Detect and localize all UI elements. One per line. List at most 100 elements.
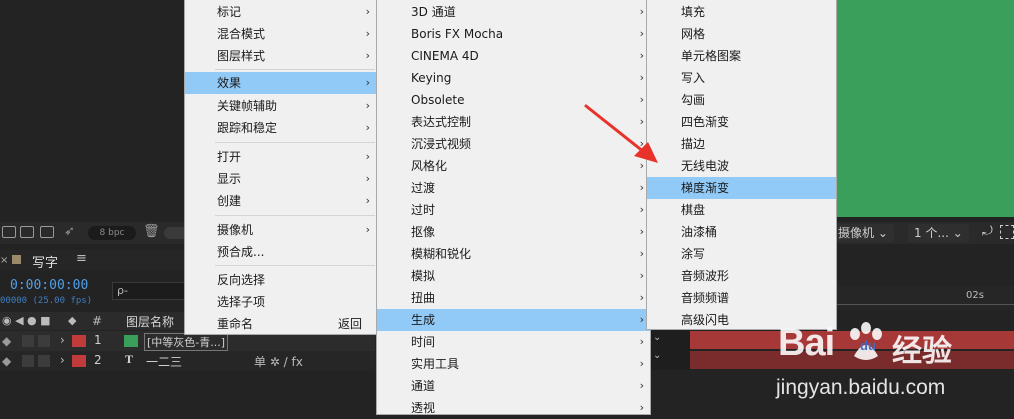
menu-item-effects[interactable]: 效果 › (185, 72, 376, 94)
menu-item-keying[interactable]: Keying › (377, 67, 650, 89)
close-icon[interactable]: × (0, 255, 8, 266)
solo-checkbox[interactable] (22, 335, 34, 347)
layer-name[interactable]: [中等灰色-青...] (144, 333, 229, 351)
tab-menu-icon[interactable]: ≡ (76, 251, 87, 266)
menu-item-simulation[interactable]: 模拟 › (377, 265, 650, 287)
submenu-arrow-icon: › (365, 76, 370, 89)
composition-preview (836, 0, 1014, 217)
layer-context-menu: 标记 › 混合模式 › 图层样式 › 效果 › 关键帧辅助 › 跟踪和稳定 › 打开 › 显示… (184, 0, 377, 335)
menu-item-cinema-4d[interactable]: CINEMA 4D › (377, 45, 650, 67)
menu-item-select-children[interactable]: 选择子项 (185, 291, 376, 313)
menu-item-3d-channel[interactable]: 3D 通道 › (377, 1, 650, 23)
menu-item-fill[interactable]: 填充 (647, 1, 836, 23)
fast-preview-icon[interactable] (1000, 225, 1014, 239)
menu-item-keying-cn[interactable]: 抠像 › (377, 221, 650, 243)
menu-item-transition[interactable]: 过渡 › (377, 177, 650, 199)
submenu-arrow-icon: › (639, 49, 644, 62)
layer-switches[interactable]: 单 ✲ / fx (254, 353, 303, 370)
menu-item-track-stabilize[interactable]: 跟踪和稳定 › (185, 117, 376, 139)
menu-item-stroke[interactable]: 描边 (647, 133, 836, 155)
submenu-arrow-icon: › (365, 49, 370, 62)
menu-item-open[interactable]: 打开 › (185, 146, 376, 168)
time-ruler[interactable]: 02s (836, 286, 1014, 310)
menu-item-generate[interactable]: 生成 › (377, 309, 650, 331)
menu-item-label: 单元格图案 (681, 49, 742, 63)
menu-item-paint-bucket[interactable]: 油漆桶 (647, 221, 836, 243)
visibility-icon[interactable]: ◆ (2, 334, 11, 348)
menu-item-audio-spectrum[interactable]: 音频频谱 (647, 287, 836, 309)
expand-chevron-icon[interactable]: › (60, 353, 65, 367)
menu-item-keyframe-assistant[interactable]: 关键帧辅助 › (185, 95, 376, 117)
expand-chevron-icon[interactable]: › (60, 333, 65, 347)
menu-item-rename[interactable]: 重命名 返回 (185, 313, 376, 335)
menu-item-label: 生成 (411, 313, 436, 327)
current-timecode[interactable]: 0:00:00:00 (10, 278, 88, 293)
menu-item-create[interactable]: 创建 › (185, 190, 376, 212)
menu-item-audio-waveform[interactable]: 音频波形 (647, 265, 836, 287)
menu-item-outdated[interactable]: 过时 › (377, 199, 650, 221)
menu-item-label: 反向选择 (217, 273, 266, 287)
bpc-button[interactable]: 8 bpc (88, 226, 136, 240)
region-icon[interactable] (2, 226, 16, 238)
menu-item-layer-styles[interactable]: 图层样式 › (185, 45, 376, 67)
submenu-arrow-icon: › (639, 5, 644, 18)
folder-icon[interactable] (20, 226, 34, 238)
menu-item-distort[interactable]: 扭曲 › (377, 287, 650, 309)
timeline-tab-label[interactable]: 写字 (32, 252, 58, 271)
menu-item-utility[interactable]: 实用工具 › (377, 353, 650, 375)
label-tag-icon: ◆ (68, 314, 77, 327)
search-icon: ρ- (117, 284, 128, 297)
menu-item-vegas[interactable]: 勾画 (647, 89, 836, 111)
menu-item-label: 过渡 (411, 181, 436, 195)
menu-item-markers[interactable]: 标记 › (185, 1, 376, 23)
menu-item-checkerboard[interactable]: 棋盘 (647, 199, 836, 221)
submenu-arrow-icon: › (639, 27, 644, 40)
camera-dropdown[interactable]: 摄像机 ⌄ (832, 224, 894, 242)
menu-item-label: 描边 (681, 137, 706, 151)
menu-item-label: 透视 (411, 401, 436, 415)
menu-item-scribble[interactable]: 涂写 (647, 243, 836, 265)
layer-search-input[interactable]: ρ- (112, 282, 186, 300)
chevron-down-icon[interactable]: ⌄ (653, 332, 661, 343)
watermark-paw-text: du (860, 338, 876, 353)
submenu-arrow-icon: › (365, 194, 370, 207)
menu-item-time[interactable]: 时间 › (377, 331, 650, 353)
reset-view-icon[interactable]: ⤾ (982, 224, 993, 239)
submenu-arrow-icon: › (639, 203, 644, 216)
layer-name[interactable]: 一二三 (146, 353, 182, 370)
layer-label-swatch[interactable] (72, 355, 86, 367)
menu-item-cell-pattern[interactable]: 单元格图案 (647, 45, 836, 67)
column-layer-name[interactable]: 图层名称 (126, 313, 174, 330)
menu-item-blur-sharpen[interactable]: 模糊和锐化 › (377, 243, 650, 265)
menu-item-4-color-gradient[interactable]: 四色渐变 (647, 111, 836, 133)
menu-item-blend-mode[interactable]: 混合模式 › (185, 23, 376, 45)
menu-item-label: 模糊和锐化 (411, 247, 472, 261)
layer-row[interactable]: ◆ › 2 T 一二三 单 ✲ / fx (0, 351, 375, 371)
solo-checkbox[interactable] (22, 355, 34, 367)
menu-item-invert-selection[interactable]: 反向选择 (185, 269, 376, 291)
menu-item-radio-waves[interactable]: 无线电波 (647, 155, 836, 177)
snapshot-icon[interactable] (40, 226, 54, 238)
menu-item-grid[interactable]: 网格 (647, 23, 836, 45)
menu-item-channel[interactable]: 通道 › (377, 375, 650, 397)
menu-item-gradient-ramp[interactable]: 梯度渐变 (647, 177, 836, 199)
views-dropdown[interactable]: 1 个... ⌄ (908, 224, 969, 242)
menu-item-label: 过时 (411, 203, 436, 217)
layer-label-swatch[interactable] (72, 335, 86, 347)
menu-item-reveal[interactable]: 显示 › (185, 168, 376, 190)
trash-icon[interactable]: 🗑 (143, 224, 160, 239)
pin-icon[interactable]: ➶ (64, 224, 75, 239)
menu-item-boris-fx-mocha[interactable]: Boris FX Mocha › (377, 23, 650, 45)
menu-item-pre-compose[interactable]: 预合成... (185, 241, 376, 263)
menu-item-label: 3D 通道 (411, 5, 456, 19)
lock-checkbox[interactable] (38, 355, 50, 367)
menu-item-write-on[interactable]: 写入 (647, 67, 836, 89)
visibility-icon[interactable]: ◆ (2, 354, 11, 368)
lock-checkbox[interactable] (38, 335, 50, 347)
menu-item-perspective[interactable]: 透视 › (377, 397, 650, 419)
toggle-control[interactable] (164, 227, 186, 239)
submenu-arrow-icon: › (365, 99, 370, 112)
menu-item-camera[interactable]: 摄像机 › (185, 219, 376, 241)
chevron-down-icon[interactable]: ⌄ (653, 350, 661, 361)
composition-toolbar: ➶ 8 bpc 🗑 (0, 222, 186, 244)
